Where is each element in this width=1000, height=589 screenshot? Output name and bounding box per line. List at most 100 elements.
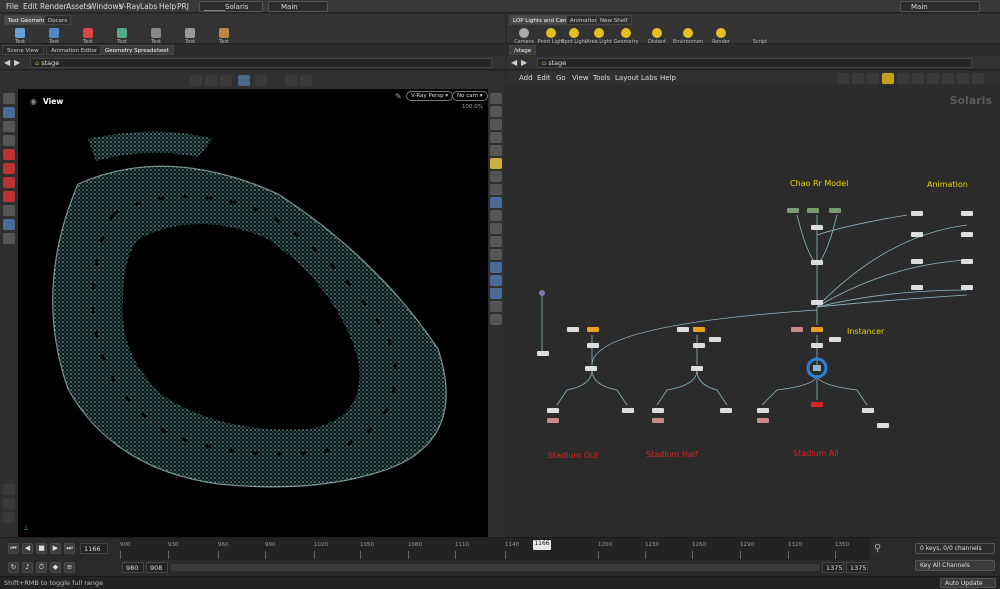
render-icon[interactable] (300, 75, 312, 86)
audio-icon[interactable]: ♪ (22, 562, 33, 573)
display-option-icon[interactable] (490, 314, 502, 325)
jump-start-button[interactable]: ⏮ (8, 543, 19, 554)
menu-labs[interactable]: Labs (140, 2, 157, 11)
display-option-icon[interactable] (490, 119, 502, 130)
transform-icon[interactable] (220, 75, 232, 86)
lop-node[interactable] (547, 408, 559, 413)
network-tool-icon[interactable] (897, 73, 909, 84)
lop-node[interactable] (757, 418, 769, 423)
lasso-icon[interactable] (205, 75, 217, 86)
display-option-icon[interactable] (490, 262, 502, 273)
tool-strip-button-icon[interactable] (3, 121, 15, 132)
key-icon[interactable]: ◆ (50, 562, 61, 573)
lop-node[interactable] (829, 208, 841, 213)
auto-update-button[interactable]: Auto Update (940, 578, 996, 588)
lop-node[interactable] (567, 327, 579, 332)
lop-node[interactable] (811, 402, 823, 407)
lop-node[interactable] (652, 418, 664, 423)
lop-node[interactable] (585, 366, 597, 371)
lop-node[interactable] (691, 366, 703, 371)
display-option-icon[interactable] (490, 249, 502, 260)
network-tool-icon[interactable] (927, 73, 939, 84)
grid-icon[interactable] (255, 75, 267, 86)
lop-node[interactable] (720, 408, 732, 413)
tool-strip-button-icon[interactable] (3, 163, 15, 174)
display-option-icon[interactable] (490, 93, 502, 104)
network-tool-icon[interactable] (867, 73, 879, 84)
menu-help[interactable]: Help (159, 2, 176, 11)
tool-strip-button-icon[interactable] (3, 149, 15, 160)
range-end2-field[interactable]: 1375 (846, 562, 868, 573)
range-end-field[interactable]: 1375 (822, 562, 844, 573)
network-menu-help[interactable]: Help (660, 74, 676, 82)
lop-node[interactable] (911, 232, 923, 237)
network-menu-view[interactable]: View (572, 74, 589, 82)
network-menu-tools[interactable]: Tools (593, 74, 610, 82)
tab-geometry-spreadsheet[interactable]: Geometry Spreadsheet (100, 45, 174, 55)
left-path-field[interactable]: ⌂ stage (30, 58, 492, 68)
timeline-ruler[interactable]: 1166 900 930 960 990 1020 1050 1080 1110 1140 120… (120, 538, 870, 560)
lop-node[interactable] (652, 408, 664, 413)
lop-node[interactable] (862, 408, 874, 413)
menu-render[interactable]: Render (40, 2, 67, 11)
lop-node[interactable] (811, 300, 823, 305)
network-tool-icon[interactable] (957, 73, 969, 84)
menu-file[interactable]: File (6, 2, 19, 11)
lop-node[interactable] (587, 327, 599, 332)
network-menu-edit[interactable]: Edit (537, 74, 551, 82)
lop-node[interactable] (677, 327, 689, 332)
tool-strip-button-icon[interactable] (3, 233, 15, 244)
shelf-tab-new-shelf[interactable]: New Shelf (596, 15, 632, 25)
loop-icon[interactable]: ↻ (8, 562, 19, 573)
tool-strip-button-icon[interactable] (3, 93, 15, 104)
network-tool-icon[interactable] (882, 73, 894, 84)
display-option-icon[interactable] (490, 288, 502, 299)
select-mode-icon[interactable] (190, 75, 202, 86)
jump-end-button[interactable]: ⏭ (64, 543, 75, 554)
camera-lock-icon[interactable] (285, 75, 297, 86)
lop-node[interactable] (547, 418, 559, 423)
net-back-arrow-icon[interactable]: ◀ (511, 58, 517, 67)
play-button[interactable]: ▶ (50, 543, 61, 554)
menu-vray[interactable]: V-Ray (119, 2, 140, 11)
lop-node[interactable] (829, 337, 841, 342)
network-tool-icon[interactable] (912, 73, 924, 84)
3d-viewport[interactable]: ◉ View ✎ V-Ray Persp ▾ No cam ▾ 100.0% ⊥ (18, 89, 488, 537)
display-option-icon[interactable] (490, 275, 502, 286)
network-menu-go[interactable]: Go (556, 74, 566, 82)
tool-strip-button-icon[interactable] (3, 177, 15, 188)
lop-node[interactable] (807, 208, 819, 213)
tool-strip-button-icon[interactable] (3, 205, 15, 216)
tool-strip-lower-icon[interactable] (3, 512, 15, 523)
menu-assets[interactable]: Assets (66, 2, 90, 11)
network-menu-layout[interactable]: Layout (615, 74, 639, 82)
display-option-icon[interactable] (490, 223, 502, 234)
lop-node[interactable] (811, 327, 823, 332)
options-icon[interactable]: ≡ (64, 562, 75, 573)
lop-node[interactable] (877, 423, 889, 428)
display-option-icon[interactable] (490, 184, 502, 195)
lop-node[interactable] (911, 285, 923, 290)
menu-edit[interactable]: Edit (23, 2, 38, 11)
tool-strip-button-icon[interactable] (3, 107, 15, 118)
desktop-dropdown[interactable]: ______Solaris (199, 1, 263, 12)
display-option-icon[interactable] (490, 236, 502, 247)
tool-strip-lower-icon[interactable] (3, 498, 15, 509)
lop-node[interactable] (693, 327, 705, 332)
network-tool-icon[interactable] (852, 73, 864, 84)
tool-strip-button-icon[interactable] (3, 219, 15, 230)
shelf-tab-docars[interactable]: Docars (44, 15, 72, 25)
right-path-field[interactable]: ⌂ stage (537, 58, 972, 68)
lop-node[interactable] (622, 408, 634, 413)
lop-node[interactable] (537, 351, 549, 356)
current-frame-field[interactable]: 1166 (80, 543, 108, 554)
lop-node[interactable] (961, 285, 973, 290)
tab-animation-editor[interactable]: Animation Editor (46, 45, 103, 55)
network-editor[interactable]: Solaris Chao Rr Model Animation Instance… (507, 85, 1000, 537)
key-all-channels-button[interactable]: Key All Channels (915, 560, 995, 571)
network-tool-icon[interactable] (942, 73, 954, 84)
lop-node[interactable] (587, 343, 599, 348)
lop-node[interactable] (911, 211, 923, 216)
tool-strip-button-icon[interactable] (3, 135, 15, 146)
menu-prj[interactable]: PRJ (177, 2, 189, 11)
